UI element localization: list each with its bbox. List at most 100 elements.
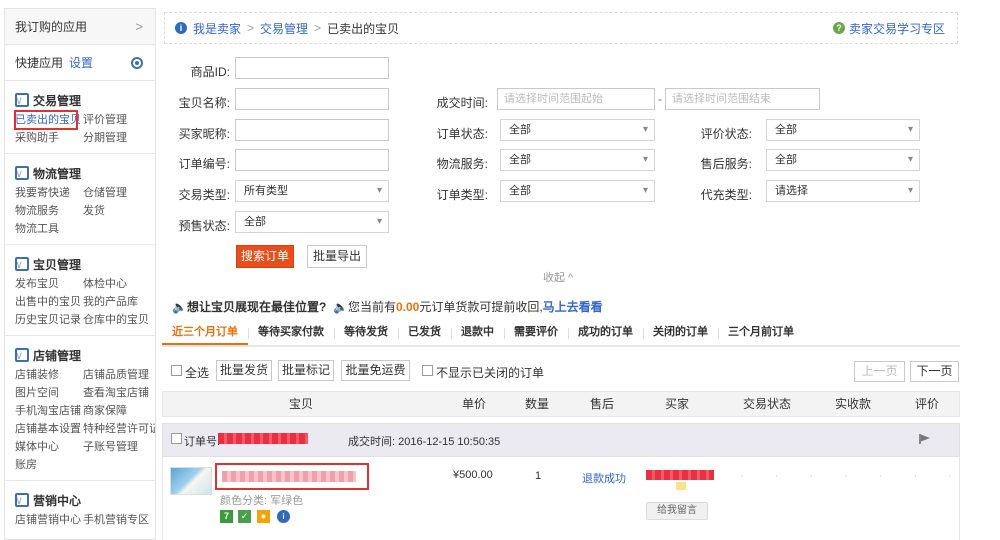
sidebar-section-title[interactable]: 店铺管理 ∨ bbox=[15, 344, 155, 366]
help-link[interactable]: ? 卖家交易学习专区 bbox=[832, 20, 945, 37]
settings-link[interactable]: 设置 bbox=[69, 56, 93, 70]
section-title-label: 交易管理 bbox=[33, 93, 82, 108]
prev-page-button[interactable]: 上一页 bbox=[854, 361, 905, 382]
tab-shipped[interactable]: 已发货 bbox=[398, 321, 451, 345]
product-thumbnail[interactable] bbox=[170, 467, 212, 495]
tab-awaiting-payment[interactable]: 等待买家付款 bbox=[248, 321, 334, 345]
batch-mark-button[interactable]: 批量标记 bbox=[278, 360, 334, 381]
batch-free-shipping-button[interactable]: 批量免运费 bbox=[341, 360, 410, 381]
hide-closed-checkbox[interactable] bbox=[422, 365, 433, 376]
leave-message-button[interactable]: 给我留言 bbox=[646, 502, 708, 520]
tab-closed[interactable]: 关闭的订单 bbox=[643, 321, 718, 345]
sidebar-item[interactable]: 特种经营许可证 bbox=[83, 420, 155, 438]
trade-type-select[interactable]: 所有类型 bbox=[235, 180, 389, 202]
sidebar-item[interactable]: 店铺品质管理 bbox=[83, 366, 153, 384]
after-sale-status[interactable]: 退款成功 bbox=[582, 470, 626, 486]
sidebar-item[interactable]: 查看淘宝店铺 bbox=[83, 384, 153, 402]
logistics-select[interactable]: 全部 bbox=[500, 149, 655, 171]
next-page-button[interactable]: 下一页 bbox=[910, 361, 959, 382]
tab-successful[interactable]: 成功的订单 bbox=[568, 321, 643, 345]
tab-awaiting-shipment[interactable]: 等待发货 bbox=[334, 321, 398, 345]
sidebar-item[interactable]: 手机淘宝店铺 bbox=[15, 402, 83, 420]
sidebar-item[interactable]: 出售中的宝贝 bbox=[15, 293, 83, 311]
sidebar-section-title[interactable]: 交易管理 ∨ bbox=[15, 89, 155, 111]
sidebar-item[interactable]: 子账号管理 bbox=[83, 438, 153, 456]
product-id-input[interactable] bbox=[235, 57, 389, 79]
leave-message-label: 给我留言 bbox=[657, 505, 697, 516]
tab-older-than-three-months[interactable]: 三个月前订单 bbox=[718, 321, 804, 345]
order-no-input[interactable] bbox=[235, 149, 389, 171]
sidebar-item[interactable]: 我的产品库 bbox=[83, 293, 153, 311]
redacted-product-title[interactable] bbox=[222, 471, 356, 482]
sidebar-item[interactable]: 仓库中的宝贝 bbox=[83, 311, 153, 329]
order-type-select[interactable]: 全部 bbox=[500, 180, 655, 202]
sidebar-item[interactable]: 账房 bbox=[15, 456, 83, 474]
sidebar-item[interactable]: 店铺营销中心 bbox=[15, 511, 83, 529]
payment-notice: 🔈您当前有0.00元订单货款可提前收回,马上去看看 bbox=[333, 298, 603, 315]
tab-last-three-months[interactable]: 近三个月订单 bbox=[162, 321, 248, 345]
order-status-select[interactable]: 全部 bbox=[500, 119, 655, 141]
sidebar-section-title[interactable]: 宝贝管理 ∨ bbox=[15, 253, 155, 275]
sidebar-item-reviews[interactable]: 评价管理 bbox=[83, 111, 153, 129]
sidebar-item[interactable]: 店铺装修 bbox=[15, 366, 83, 384]
sidebar-item[interactable]: 媒体中心 bbox=[15, 438, 83, 456]
recharge-type-select[interactable]: 请选择 bbox=[766, 180, 920, 202]
notice-prefix: 您当前有 bbox=[347, 300, 396, 314]
sidebar-item[interactable]: 店铺基本设置 bbox=[15, 420, 83, 438]
order-checkbox[interactable] bbox=[171, 433, 182, 444]
redacted-buyer[interactable] bbox=[646, 470, 714, 480]
product-name-input[interactable] bbox=[235, 88, 389, 110]
after-sale-select[interactable]: 全部 bbox=[766, 149, 920, 171]
sidebar-item-purchase-assistant[interactable]: 采购助手 bbox=[15, 129, 83, 147]
quick-apps-label: 快捷应用 bbox=[15, 56, 64, 70]
promo-notice[interactable]: 🔈想让宝贝展现在最佳位置? bbox=[172, 298, 326, 315]
buyer-wangwang-icon[interactable] bbox=[676, 482, 686, 490]
presale-status-select[interactable]: 全部 bbox=[235, 211, 389, 233]
sidebar-item[interactable]: 我要寄快递 bbox=[15, 184, 83, 202]
section-title-label: 宝贝管理 bbox=[33, 257, 82, 272]
sidebar-item-installments[interactable]: 分期管理 bbox=[83, 129, 153, 147]
review-status-select[interactable]: 全部 bbox=[766, 119, 920, 141]
sidebar-section-title[interactable]: 物流管理 ∨ bbox=[15, 162, 155, 184]
time-end-input[interactable]: 请选择时间范围结束 bbox=[665, 88, 820, 110]
batch-export-button[interactable]: 批量导出 bbox=[307, 245, 367, 268]
order-status-label: 订单状态: bbox=[436, 127, 488, 141]
buyer-nick-input[interactable] bbox=[235, 119, 389, 141]
collapse-toggle[interactable]: 收起 ^ bbox=[543, 269, 573, 285]
order-type-label: 订单类型: bbox=[436, 188, 488, 202]
unit-price: ¥500.00 bbox=[453, 469, 493, 481]
col-price: 单价 bbox=[462, 397, 487, 411]
gear-icon[interactable] bbox=[131, 56, 143, 69]
time-start-input[interactable]: 请选择时间范围起始 bbox=[497, 88, 655, 110]
seven-day-return-icon: 7 bbox=[220, 510, 233, 523]
sidebar-item-sold[interactable]: 已卖出的宝贝 bbox=[14, 110, 81, 130]
sidebar-item[interactable]: 商家保障 bbox=[83, 402, 153, 420]
sidebar-item[interactable]: 手机营销专区 bbox=[83, 511, 153, 529]
sidebar-item[interactable]: 图片空间 bbox=[15, 384, 83, 402]
flag-icon[interactable] bbox=[919, 433, 931, 445]
info-icon[interactable]: i bbox=[277, 510, 290, 523]
search-orders-button[interactable]: 搜索订单 bbox=[236, 245, 294, 268]
notice-amount: 0.00 bbox=[395, 300, 420, 314]
sidebar-item[interactable]: 仓储管理 bbox=[83, 184, 153, 202]
my-apps-header[interactable]: 我订购的应用 > bbox=[5, 9, 155, 45]
select-all-label: 全选 bbox=[185, 366, 210, 380]
table-header: 宝贝 单价 数量 售后 买家 交易状态 实收款 评价 bbox=[162, 391, 960, 417]
select-all-checkbox[interactable] bbox=[171, 365, 182, 376]
sidebar-item[interactable]: 体检中心 bbox=[83, 275, 153, 293]
sidebar-item[interactable]: 发布宝贝 bbox=[15, 275, 83, 293]
go-see-link[interactable]: 马上去看看 bbox=[543, 300, 603, 314]
breadcrumb-seller[interactable]: 我是卖家 bbox=[193, 20, 241, 37]
order-no-label: 订单编号: bbox=[178, 157, 230, 171]
sidebar-item[interactable]: 历史宝贝记录 bbox=[15, 311, 83, 329]
tab-needs-review[interactable]: 需要评价 bbox=[504, 321, 568, 345]
batch-ship-button[interactable]: 批量发货 bbox=[216, 360, 272, 381]
sidebar-item[interactable]: 发货 bbox=[83, 202, 153, 220]
sidebar-item[interactable]: 物流服务 bbox=[15, 202, 83, 220]
sidebar-section-title[interactable]: 营销中心 ∨ bbox=[15, 489, 155, 511]
tab-refunding[interactable]: 退款中 bbox=[451, 321, 504, 345]
deal-time-value: 成交时间: 2016-12-15 10:50:35 bbox=[348, 436, 501, 448]
breadcrumb-trade[interactable]: 交易管理 bbox=[260, 20, 308, 37]
sidebar-item[interactable]: 物流工具 bbox=[15, 220, 83, 238]
quantity-value: 1 bbox=[535, 470, 542, 482]
